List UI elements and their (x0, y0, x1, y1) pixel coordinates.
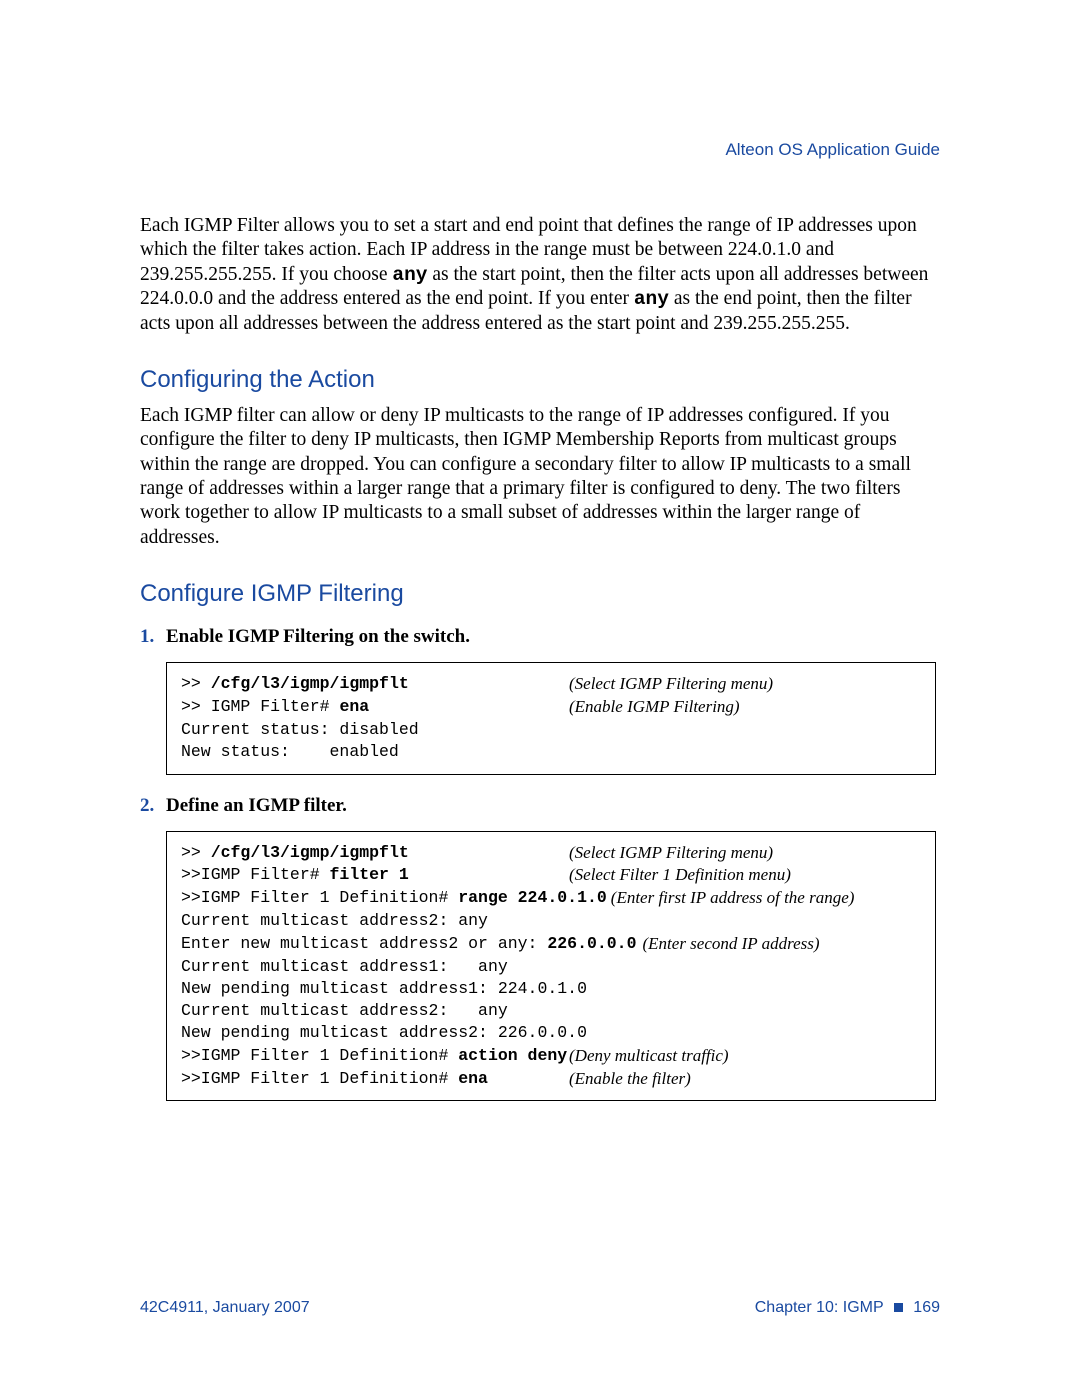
code2-r1-pre: >> (181, 843, 211, 862)
intro-any-2: any (634, 288, 669, 310)
step-1-text: Enable IGMP Filtering on the switch. (166, 626, 470, 648)
footer-left: 42C4911, January 2007 (140, 1299, 310, 1317)
code2-row7: New pending multicast address1: 224.0.1.… (181, 978, 921, 1000)
section-action-body: Each IGMP filter can allow or deny IP mu… (140, 404, 940, 550)
code2-r3-cmd: range 224.0.1.0 (458, 888, 607, 907)
code2-row5: Enter new multicast address2 or any: 226… (181, 933, 921, 956)
intro-paragraph: Each IGMP Filter allows you to set a sta… (140, 214, 940, 336)
footer-page-number: 169 (913, 1299, 940, 1316)
section-heading-configure: Configure IGMP Filtering (140, 580, 940, 608)
code1-r1-pre: >> (181, 674, 211, 693)
code2-r11-pre: >>IGMP Filter 1 Definition# (181, 1069, 458, 1088)
intro-any-1: any (392, 264, 427, 286)
code2-row11: >>IGMP Filter 1 Definition# ena (Enable … (181, 1068, 921, 1091)
code2-row2: >>IGMP Filter# filter 1 (Select Filter 1… (181, 864, 921, 887)
code-block-2: >> /cfg/l3/igmp/igmpflt (Select IGMP Fil… (166, 831, 936, 1102)
step-2-number: 2. (140, 795, 166, 817)
square-bullet-icon (894, 1303, 903, 1312)
code2-row4: Current multicast address2: any (181, 910, 921, 932)
code2-r10-pre: >>IGMP Filter 1 Definition# (181, 1046, 458, 1065)
code2-r10-cmd: action deny (458, 1046, 567, 1065)
code2-row3: >>IGMP Filter 1 Definition# range 224.0.… (181, 887, 921, 910)
code2-r2-pre: >>IGMP Filter# (181, 865, 330, 884)
code1-r2-cmd: ena (339, 697, 369, 716)
footer-chapter: Chapter 10: IGMP (755, 1299, 884, 1316)
running-header: Alteon OS Application Guide (140, 140, 940, 160)
page-body: Alteon OS Application Guide Each IGMP Fi… (0, 0, 1080, 1101)
code2-r5-pre: Enter new multicast address2 or any: (181, 934, 547, 953)
page-footer: 42C4911, January 2007 Chapter 10: IGMP 1… (140, 1299, 940, 1317)
code2-row8: Current multicast address2: any (181, 1000, 921, 1022)
code1-row3: Current status: disabled (181, 719, 921, 741)
code2-r1-cmd: /cfg/l3/igmp/igmpflt (211, 843, 409, 862)
code2-r10-note: (Deny multicast traffic) (561, 1045, 729, 1068)
code2-r5-cmd: 226.0.0.0 (547, 934, 636, 953)
code2-row9: New pending multicast address2: 226.0.0.… (181, 1022, 921, 1044)
step-2-text: Define an IGMP filter. (166, 795, 347, 817)
code2-r2-cmd: filter 1 (330, 865, 409, 884)
code2-row6: Current multicast address1: any (181, 956, 921, 978)
code2-row1: >> /cfg/l3/igmp/igmpflt (Select IGMP Fil… (181, 842, 921, 865)
code2-r5-note: (Enter second IP address) (637, 933, 820, 956)
section-heading-action: Configuring the Action (140, 366, 940, 394)
footer-right: Chapter 10: IGMP 169 (755, 1299, 940, 1317)
step-2: 2. Define an IGMP filter. (140, 795, 940, 817)
code1-r2-pre: >> IGMP Filter# (181, 697, 339, 716)
code1-r1-cmd: /cfg/l3/igmp/igmpflt (211, 674, 409, 693)
code2-r1-note: (Select IGMP Filtering menu) (561, 842, 773, 865)
code1-row1: >> /cfg/l3/igmp/igmpflt (Select IGMP Fil… (181, 673, 921, 696)
step-1-number: 1. (140, 626, 166, 648)
code1-row4: New status: enabled (181, 741, 921, 763)
code2-r11-cmd: ena (458, 1069, 488, 1088)
step-1: 1. Enable IGMP Filtering on the switch. (140, 626, 940, 648)
code2-r11-note: (Enable the filter) (561, 1068, 691, 1091)
code1-r1-note: (Select IGMP Filtering menu) (561, 673, 773, 696)
code2-r3-note: (Enter first IP address of the range) (607, 887, 855, 910)
code-block-1: >> /cfg/l3/igmp/igmpflt (Select IGMP Fil… (166, 662, 936, 774)
code1-r2-note: (Enable IGMP Filtering) (561, 696, 740, 719)
code2-r3-pre: >>IGMP Filter 1 Definition# (181, 888, 458, 907)
code2-row10: >>IGMP Filter 1 Definition# action deny … (181, 1045, 921, 1068)
code1-row2: >> IGMP Filter# ena (Enable IGMP Filteri… (181, 696, 921, 719)
code2-r2-note: (Select Filter 1 Definition menu) (561, 864, 791, 887)
